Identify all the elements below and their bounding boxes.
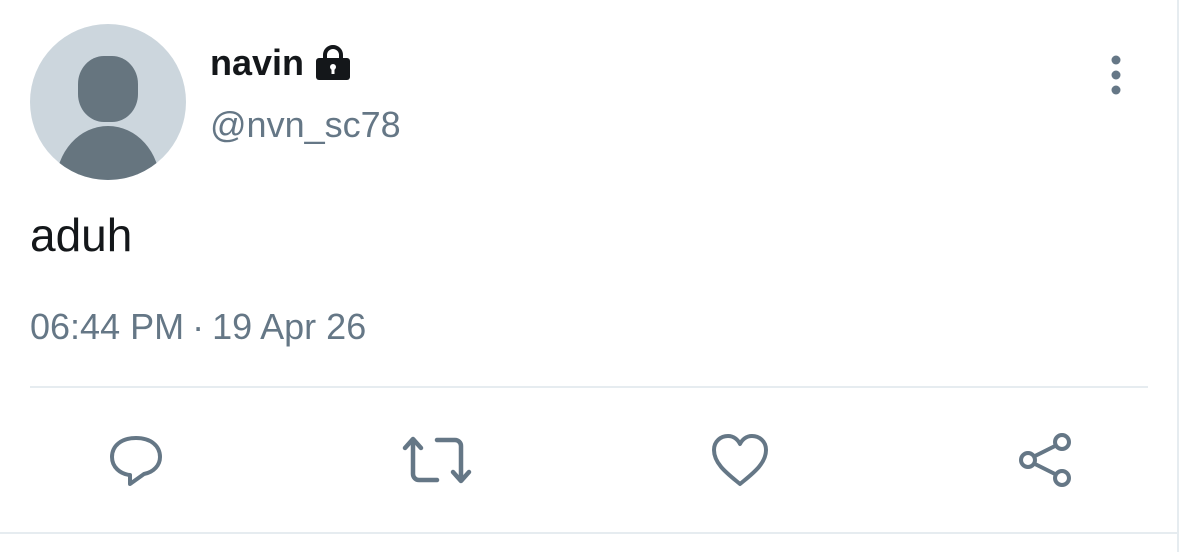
reply-button[interactable] (100, 424, 172, 496)
display-name[interactable]: navin (210, 42, 304, 84)
bottom-border (0, 532, 1179, 534)
heart-icon (712, 434, 768, 486)
divider (30, 386, 1148, 388)
default-avatar-icon (56, 56, 160, 180)
action-bar (0, 424, 1179, 496)
more-vertical-icon (1111, 55, 1121, 95)
share-icon (1019, 433, 1071, 487)
tweet-time: 06:44 PM (30, 306, 185, 347)
retweet-icon (402, 436, 472, 484)
lock-icon (314, 45, 352, 81)
name-row: navin (210, 40, 352, 86)
reply-icon (110, 436, 162, 486)
share-button[interactable] (1008, 424, 1080, 496)
avatar[interactable] (30, 24, 186, 180)
like-button[interactable] (704, 424, 776, 496)
meta-separator: · (192, 306, 205, 347)
tweet-text: aduh (30, 209, 133, 261)
tweet-detail: navin @nvn_sc78 aduh 06:44 PM · 19 Apr 26 (0, 0, 1179, 552)
tweet-timestamp[interactable]: 06:44 PM · 19 Apr 26 (30, 306, 366, 348)
tweet-date: 19 Apr 26 (212, 306, 367, 347)
more-options-button[interactable] (1096, 52, 1136, 98)
user-handle[interactable]: @nvn_sc78 (210, 104, 401, 146)
retweet-button[interactable] (401, 424, 473, 496)
